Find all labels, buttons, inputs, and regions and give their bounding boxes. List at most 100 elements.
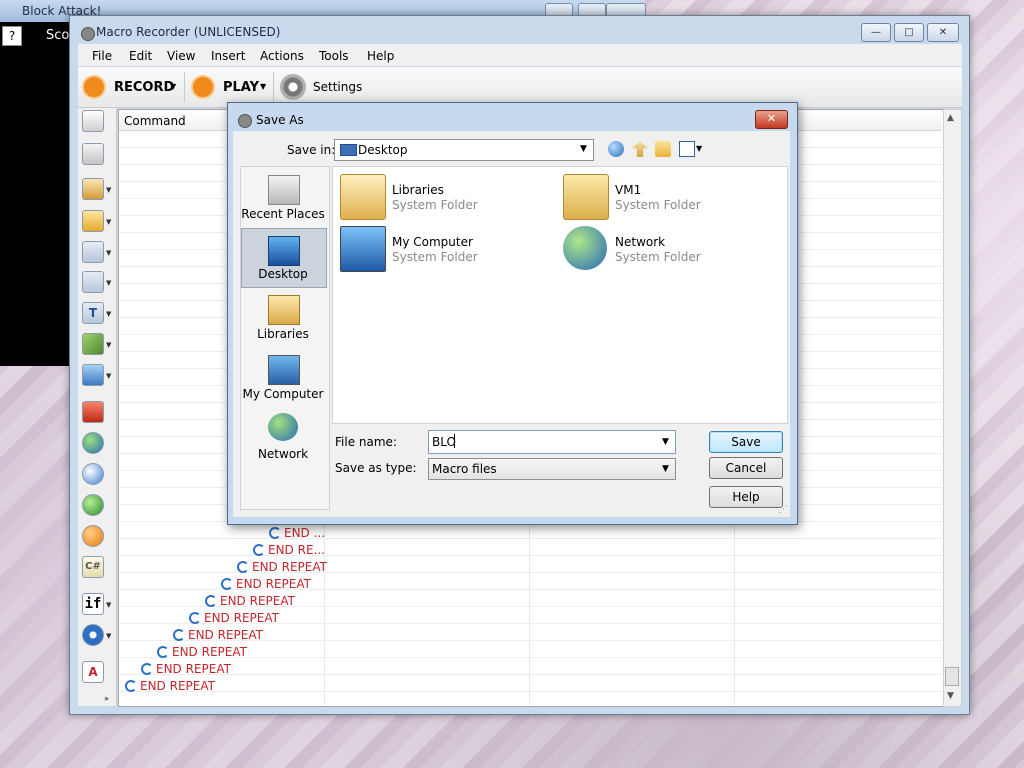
grid-row-line bbox=[119, 538, 942, 539]
record-icon[interactable] bbox=[82, 75, 106, 99]
file-item-network[interactable]: Network bbox=[615, 235, 665, 249]
chevron-down-icon[interactable]: ▼ bbox=[106, 249, 111, 257]
keyboard-icon[interactable] bbox=[82, 143, 104, 165]
libraries-icon bbox=[340, 174, 386, 220]
chevron-down-icon[interactable]: ▼ bbox=[106, 310, 111, 318]
repeat-icon bbox=[125, 680, 137, 692]
file-item-my-computer[interactable]: My Computer bbox=[392, 235, 473, 249]
row-command: END REPEAT bbox=[220, 594, 295, 608]
settings-button[interactable]: Settings bbox=[313, 80, 362, 94]
row-command: END RE... bbox=[268, 543, 325, 557]
dialog-close-button[interactable]: ✕ bbox=[755, 110, 788, 129]
repeat-icon bbox=[157, 646, 169, 658]
row-command: END REPEAT bbox=[188, 628, 263, 642]
place-network[interactable]: Network bbox=[239, 447, 327, 461]
eyedropper-icon[interactable] bbox=[82, 333, 104, 355]
window-icon[interactable] bbox=[82, 241, 104, 263]
close-button[interactable]: ✕ bbox=[927, 23, 959, 42]
if-icon[interactable]: if bbox=[82, 593, 104, 615]
save-as-type-label: Save as type: bbox=[335, 461, 417, 475]
repeat-icon bbox=[237, 561, 249, 573]
chevron-down-icon[interactable]: ▼ bbox=[106, 279, 111, 287]
play-button[interactable]: PLAY bbox=[223, 80, 259, 95]
desktop-icon bbox=[340, 144, 357, 156]
globe-icon[interactable] bbox=[82, 432, 104, 454]
chevron-down-icon[interactable]: ▼ bbox=[106, 341, 111, 349]
play-dropdown-icon[interactable]: ▼ bbox=[260, 82, 266, 91]
text-icon[interactable]: T bbox=[82, 302, 104, 324]
resize-grip-icon[interactable]: ⋰ bbox=[779, 505, 788, 515]
scrollbar-thumb[interactable] bbox=[945, 667, 959, 686]
table-row[interactable]: END REPEAT bbox=[237, 560, 327, 574]
vertical-scrollbar[interactable] bbox=[943, 109, 962, 707]
record-dropdown-icon[interactable]: ▼ bbox=[170, 82, 176, 91]
table-row[interactable]: END REPEAT bbox=[141, 662, 231, 676]
copy-icon[interactable] bbox=[82, 271, 104, 293]
chevron-down-icon[interactable]: ▼ bbox=[106, 601, 111, 609]
menu-view[interactable]: View bbox=[167, 49, 195, 63]
repeat-icon[interactable] bbox=[82, 624, 104, 646]
image-icon[interactable] bbox=[82, 364, 104, 386]
chevron-down-icon[interactable]: ▼ bbox=[106, 372, 111, 380]
chevron-down-icon[interactable]: ▼ bbox=[106, 632, 111, 640]
upload-icon[interactable] bbox=[82, 494, 104, 516]
grid-row-line bbox=[119, 674, 942, 675]
play-icon[interactable] bbox=[82, 525, 104, 547]
hourglass-icon[interactable] bbox=[82, 178, 104, 200]
menu-help[interactable]: Help bbox=[367, 49, 394, 63]
table-row[interactable]: END REPEAT bbox=[173, 628, 263, 642]
back-icon[interactable] bbox=[608, 141, 624, 157]
panel-expand-icon[interactable]: » bbox=[104, 694, 109, 703]
info-icon[interactable] bbox=[82, 463, 104, 485]
place-libraries[interactable]: Libraries bbox=[239, 327, 327, 341]
gear-icon[interactable] bbox=[280, 74, 306, 100]
place-my-computer[interactable]: My Computer bbox=[239, 387, 327, 401]
block-attack-help-button[interactable]: ? bbox=[2, 26, 22, 46]
chevron-down-icon[interactable]: ▼ bbox=[662, 437, 669, 447]
maximize-button[interactable]: □ bbox=[894, 23, 924, 42]
scroll-down-icon[interactable]: ▼ bbox=[947, 691, 954, 701]
scroll-up-icon[interactable]: ▲ bbox=[947, 113, 954, 123]
chevron-down-icon[interactable]: ▼ bbox=[106, 186, 111, 194]
file-item-libraries[interactable]: Libraries bbox=[392, 183, 444, 197]
file-name-value[interactable]: BLO bbox=[432, 435, 456, 449]
cancel-button[interactable]: Cancel bbox=[709, 457, 783, 479]
file-item-vm1[interactable]: VM1 bbox=[615, 183, 641, 197]
table-row[interactable]: END RE... bbox=[253, 543, 325, 557]
chevron-down-icon[interactable]: ▼ bbox=[662, 464, 669, 474]
place-recent-places[interactable]: Recent Places bbox=[239, 207, 327, 221]
chevron-down-icon[interactable]: ▼ bbox=[580, 144, 587, 154]
font-icon[interactable]: A bbox=[82, 661, 104, 683]
menu-tools[interactable]: Tools bbox=[319, 49, 349, 63]
minimize-button[interactable]: — bbox=[861, 23, 891, 42]
menu-edit[interactable]: Edit bbox=[129, 49, 152, 63]
new-folder-icon[interactable] bbox=[655, 141, 671, 157]
clipboard-icon[interactable] bbox=[82, 210, 104, 232]
menu-insert[interactable]: Insert bbox=[211, 49, 245, 63]
place-desktop[interactable]: Desktop bbox=[239, 267, 327, 281]
csharp-icon[interactable]: C# bbox=[82, 556, 104, 578]
menu-actions[interactable]: Actions bbox=[260, 49, 304, 63]
table-row[interactable]: END REPEAT bbox=[189, 611, 279, 625]
table-row[interactable]: END REPEAT bbox=[221, 577, 311, 591]
table-row[interactable]: END REPEAT bbox=[125, 679, 215, 693]
chevron-down-icon[interactable]: ▼ bbox=[696, 144, 702, 153]
computer-icon bbox=[268, 355, 300, 385]
chevron-down-icon[interactable]: ▼ bbox=[106, 218, 111, 226]
play-icon[interactable] bbox=[191, 75, 215, 99]
table-row[interactable]: END ... bbox=[269, 526, 325, 540]
save-button[interactable]: Save bbox=[709, 431, 783, 453]
table-row[interactable]: END REPEAT bbox=[205, 594, 295, 608]
stop-icon[interactable] bbox=[82, 401, 104, 423]
file-name-input[interactable] bbox=[428, 430, 676, 454]
table-row[interactable]: END REPEAT bbox=[157, 645, 247, 659]
menu-file[interactable]: File bbox=[92, 49, 112, 63]
help-button[interactable]: Help bbox=[709, 486, 783, 508]
mouse-icon[interactable] bbox=[82, 110, 104, 132]
record-button[interactable]: RECORD bbox=[114, 80, 174, 95]
repeat-icon bbox=[253, 544, 265, 556]
view-menu-icon[interactable] bbox=[679, 141, 695, 157]
file-item-type: System Folder bbox=[392, 250, 478, 264]
grid-row-line bbox=[119, 555, 942, 556]
command-column-header[interactable]: Command bbox=[124, 114, 186, 128]
